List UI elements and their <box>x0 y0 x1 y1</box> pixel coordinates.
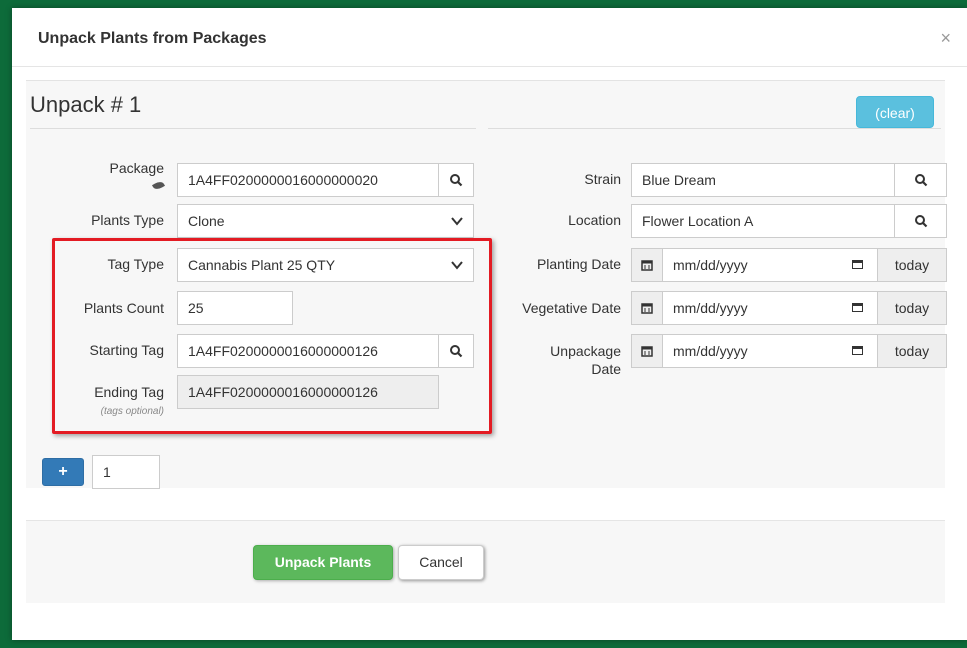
vegetative-date-label: Vegetative Date <box>522 300 621 316</box>
vegetative-date-placeholder: mm/dd/yyyy <box>673 300 748 316</box>
vegetative-date-calendar-addon <box>631 291 663 325</box>
search-icon <box>914 215 927 228</box>
unpackage-date-label-line1: Unpackage <box>550 343 621 359</box>
cancel-button[interactable]: Cancel <box>398 545 484 580</box>
calendar-icon <box>641 260 653 271</box>
divider-right <box>488 128 941 129</box>
unpack-plants-button[interactable]: Unpack Plants <box>253 545 393 580</box>
unpackage-date-label: Unpackage Date <box>500 342 621 378</box>
plants-type-value: Clone <box>188 213 225 229</box>
planting-date-placeholder: mm/dd/yyyy <box>673 257 748 273</box>
frame-edge-left <box>0 0 12 648</box>
vegetative-date-today-button[interactable]: today <box>877 291 947 325</box>
unpack-heading: Unpack # 1 <box>30 92 142 117</box>
unpackage-date-label-line2: Date <box>591 361 621 377</box>
plants-type-label: Plants Type <box>91 212 164 228</box>
date-picker-icon[interactable] <box>852 260 863 269</box>
search-icon <box>914 174 927 187</box>
date-picker-icon[interactable] <box>852 303 863 312</box>
planting-date-today-button[interactable]: today <box>877 248 947 282</box>
package-input[interactable]: 1A4FF0200000016000000020 <box>177 163 439 197</box>
unpackage-date-calendar-addon <box>631 334 663 368</box>
panel-top-strip <box>26 70 945 81</box>
strain-label: Strain <box>584 171 621 187</box>
frame-edge-bottom <box>0 640 967 648</box>
calendar-icon <box>641 303 653 314</box>
unpackage-date-input[interactable]: mm/dd/yyyy <box>662 334 878 368</box>
highlight-box <box>52 238 492 434</box>
unpackage-date-today-button[interactable]: today <box>877 334 947 368</box>
clear-button[interactable]: (clear) <box>856 96 934 128</box>
calendar-icon <box>641 346 653 357</box>
package-label: Package <box>60 160 166 192</box>
location-input[interactable]: Flower Location A <box>631 204 895 238</box>
search-icon <box>450 174 463 187</box>
chevron-down-icon <box>451 217 463 226</box>
location-search-button[interactable] <box>894 204 947 238</box>
plants-type-select[interactable]: Clone <box>177 204 474 238</box>
close-icon[interactable]: × <box>940 28 951 49</box>
dialog-title: Unpack Plants from Packages <box>38 30 267 47</box>
package-label-text: Package <box>109 160 164 176</box>
planting-date-input[interactable]: mm/dd/yyyy <box>662 248 878 282</box>
divider-left <box>30 128 476 129</box>
date-picker-icon[interactable] <box>852 346 863 355</box>
package-search-button[interactable] <box>438 163 474 197</box>
footer-panel <box>26 521 945 603</box>
planting-date-label: Planting Date <box>536 256 621 272</box>
planting-date-calendar-addon <box>631 248 663 282</box>
add-count-input[interactable]: 1 <box>92 455 160 489</box>
leaf-icon <box>151 179 166 192</box>
location-label: Location <box>568 212 621 228</box>
strain-input[interactable]: Blue Dream <box>631 163 895 197</box>
vegetative-date-input[interactable]: mm/dd/yyyy <box>662 291 878 325</box>
add-unpack-button[interactable]: + <box>42 458 84 486</box>
unpackage-date-placeholder: mm/dd/yyyy <box>673 343 748 359</box>
strain-search-button[interactable] <box>894 163 947 197</box>
dialog-header: Unpack Plants from Packages × <box>12 8 967 67</box>
frame-edge-top <box>0 0 967 8</box>
